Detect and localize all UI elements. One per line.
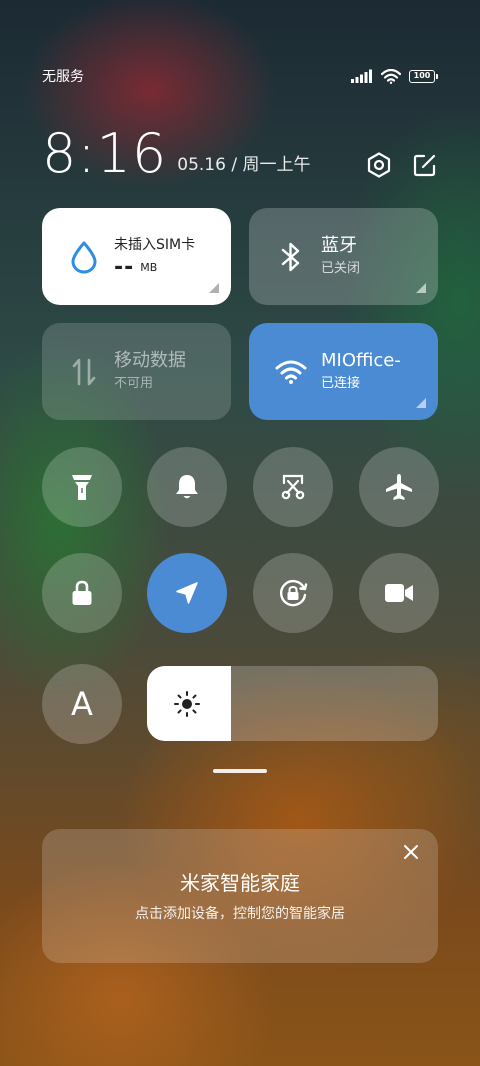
bluetooth-tile[interactable]: 蓝牙 已关闭 [249,208,438,305]
mobile-data-tile-text: 移动数据 不可用 [114,350,186,394]
screenshot-toggle[interactable] [253,447,333,527]
location-toggle[interactable] [147,553,227,633]
screen-record-toggle[interactable] [359,553,439,633]
battery-level: 100 [409,69,435,83]
expand-corner-icon [416,283,426,293]
bluetooth-tile-text: 蓝牙 已关闭 [321,235,360,279]
date[interactable]: 05.16 / 周一上午 [177,150,310,175]
edit-button[interactable] [412,152,438,178]
silent-toggle[interactable] [147,447,227,527]
status-bar: 无服务 100 [42,66,438,86]
wifi-tile[interactable]: MIOffice- 已连接 [249,323,438,420]
sim-usage-unit: MB [140,261,158,275]
smart-home-card-subtitle: 点击添加设备，控制您的智能家居 [135,906,345,922]
sim-usage-value: -- [114,255,135,281]
airplane-icon [386,474,412,500]
location-icon [176,582,198,604]
edit-icon [413,154,436,177]
wifi-tile-text: MIOffice- 已连接 [321,350,401,394]
expand-corner-icon [209,283,219,293]
battery-icon: 100 [409,69,438,83]
smart-home-card[interactable]: 米家智能家庭 点击添加设备，控制您的智能家居 [42,829,438,963]
auto-brightness-label: A [71,685,93,723]
airplane-mode-toggle[interactable] [359,447,439,527]
flashlight-toggle[interactable] [42,447,122,527]
close-icon [404,845,418,859]
bluetooth-tile-status: 已关闭 [321,260,361,276]
mobile-data-tile-status: 不可用 [114,375,154,391]
bluetooth-tile-title: 蓝牙 [321,234,357,256]
smart-home-card-title: 米家智能家庭 [180,871,300,895]
bluetooth-icon [275,241,307,273]
close-button[interactable] [400,841,422,863]
video-camera-icon [385,584,413,602]
signal-icon [351,69,372,83]
sim-tile-text: 未插入SIM卡 -- MB [114,234,195,279]
mobile-data-icon [68,356,100,388]
brightness-slider[interactable] [147,666,438,741]
mobile-data-tile[interactable]: 移动数据 不可用 [42,323,231,420]
lock-icon [72,580,92,605]
auto-brightness-toggle[interactable]: A [42,664,122,744]
clock-actions [366,152,438,178]
panel-drag-handle[interactable] [213,769,267,773]
status-icons: 100 [351,68,438,84]
rotation-lock-icon [280,579,308,607]
settings-icon [367,152,391,178]
sim-tile-title: 未插入SIM卡 [114,237,196,254]
clock[interactable]: 8:16 [42,126,167,182]
sim-data-tile[interactable]: 未插入SIM卡 -- MB [42,208,231,305]
mobile-data-tile-title: 移动数据 [114,349,186,371]
clock-row: 8:16 05.16 / 周一上午 [42,122,438,182]
water-drop-icon [68,241,100,273]
wifi-tile-status: 已连接 [321,375,361,391]
flashlight-icon [72,475,92,500]
wifi-status-icon [381,68,401,84]
wifi-tile-title: MIOffice- [321,349,401,371]
rotation-lock-toggle[interactable] [253,553,333,633]
lock-screen-toggle[interactable] [42,553,122,633]
bell-icon [176,475,198,499]
wifi-icon [275,356,307,388]
sun-icon [174,691,200,717]
settings-button[interactable] [366,152,392,178]
sim-tile-usage: -- MB [114,255,195,281]
carrier-label: 无服务 [42,69,84,85]
expand-corner-icon [416,398,426,408]
scissors-icon [281,474,305,500]
